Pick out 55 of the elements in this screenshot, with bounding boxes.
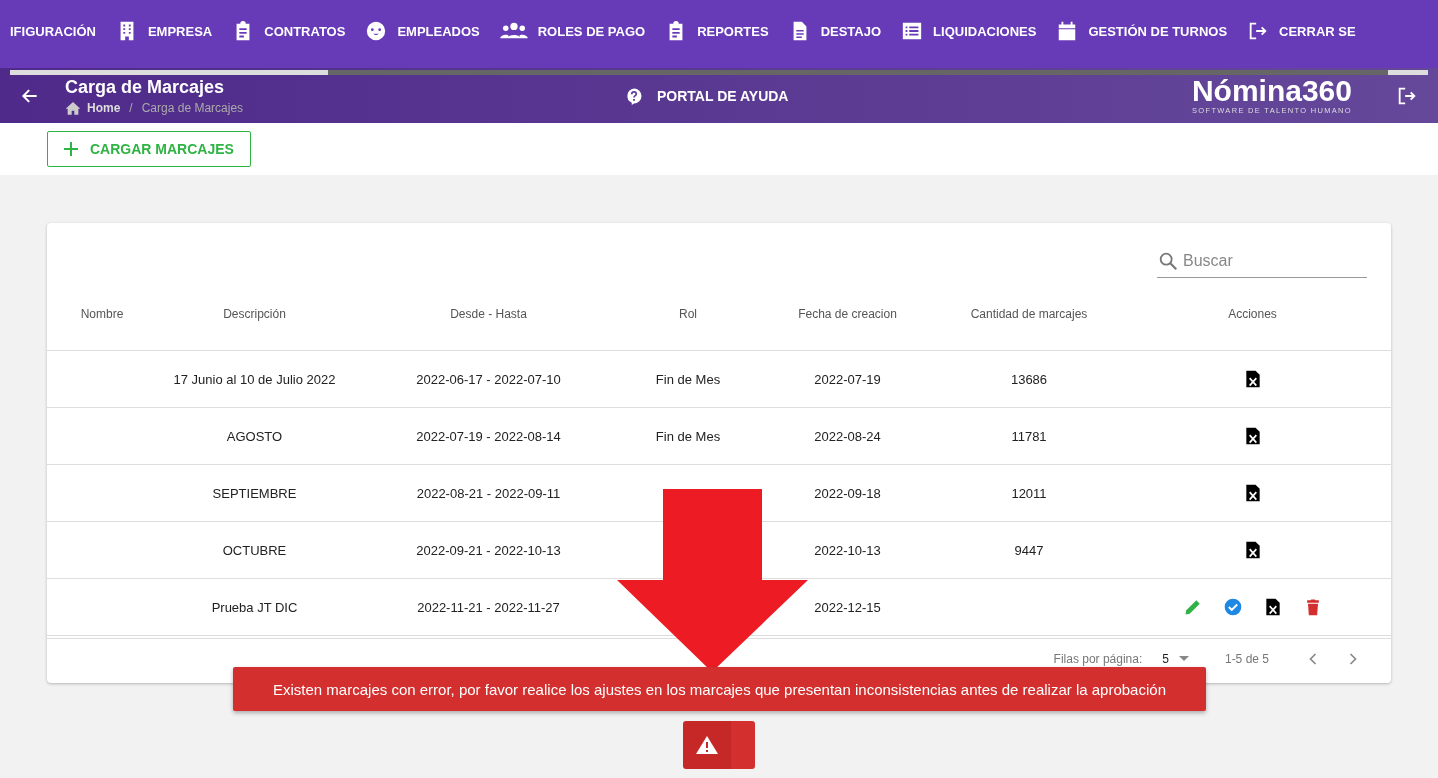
logo: Nómina360 bbox=[1191, 76, 1352, 106]
table-cell: OCTUBRE bbox=[157, 522, 352, 579]
face-icon bbox=[365, 20, 388, 42]
warning-toast[interactable] bbox=[683, 721, 755, 769]
column-header: Cantidad de marcajes bbox=[944, 277, 1114, 351]
breadcrumb-separator: / bbox=[129, 100, 133, 115]
help-portal-link[interactable]: PORTAL DE AYUDA bbox=[657, 87, 789, 104]
rows-per-page-label: Filas por página: bbox=[1053, 652, 1143, 666]
table-cell: 17 Junio al 10 de Julio 2022 bbox=[157, 351, 352, 408]
nav-tab[interactable]: LIQUIDACIONES bbox=[901, 20, 1037, 42]
breadcrumb-link[interactable]: Home bbox=[87, 100, 121, 115]
table-cell: 2022-07-19 bbox=[751, 351, 944, 408]
warning-icon bbox=[695, 735, 719, 755]
nav-tab[interactable]: EMPRESA bbox=[115, 20, 213, 42]
caret-icon bbox=[1178, 656, 1189, 662]
column-header: Fecha de creacion bbox=[751, 277, 944, 351]
table-cell: SEPTIEMBRE bbox=[157, 465, 352, 522]
search-icon bbox=[1157, 250, 1179, 272]
table-cell: 2022-06-17 - 2022-07-10 bbox=[352, 351, 625, 408]
list-icon bbox=[901, 20, 924, 42]
nav-tab[interactable]: IFIGURACIÓN bbox=[10, 23, 96, 39]
nav-tab[interactable]: REPORTES bbox=[665, 20, 769, 42]
nav-tab[interactable]: CONTRATOS bbox=[232, 20, 346, 42]
column-header: Nombre bbox=[47, 277, 157, 351]
table-cell: 12011 bbox=[944, 465, 1114, 522]
table-cell: 11781 bbox=[944, 408, 1114, 465]
breadcrumb-current: Carga de Marcajes bbox=[141, 100, 244, 115]
rows-per-page-select[interactable]: 5 bbox=[1162, 652, 1189, 666]
pagination-range: 1-5 de 5 bbox=[1224, 652, 1269, 666]
check-circle-icon[interactable] bbox=[1222, 597, 1243, 617]
column-header: Rol bbox=[625, 277, 751, 351]
help-icon[interactable] bbox=[625, 86, 643, 105]
table-cell: AGOSTO bbox=[157, 408, 352, 465]
table-cell: 9447 bbox=[944, 522, 1114, 579]
table-cell: 2022-08-24 bbox=[751, 408, 944, 465]
column-header: Descripción bbox=[157, 277, 352, 351]
column-header: Desde - Hasta bbox=[352, 277, 625, 351]
table-cell: Prueba JT DIC bbox=[157, 579, 352, 636]
nav-tab[interactable]: GESTIÓN DE TURNOS bbox=[1056, 20, 1228, 42]
table-cell: 13686 bbox=[944, 351, 1114, 408]
table-cell: 2022-09-21 - 2022-10-13 bbox=[352, 522, 625, 579]
plus-icon bbox=[64, 142, 78, 156]
table-cell: Fin de Mes bbox=[625, 408, 751, 465]
table-cell: 2022-07-19 - 2022-08-14 bbox=[352, 408, 625, 465]
nav-tab[interactable]: DESTAJO bbox=[788, 20, 882, 42]
nav-tab[interactable]: EMPLEADOS bbox=[365, 20, 480, 42]
table-cell: 2022-08-21 - 2022-09-11 bbox=[352, 465, 625, 522]
edit-icon[interactable] bbox=[1182, 597, 1203, 617]
error-message: Existen marcajes con error, por favor realice los ajustes en los marcajes que presentan inconsistencias antes de realizar la aprobación bbox=[233, 667, 1206, 711]
page-title: Carga de Marcajes bbox=[65, 76, 226, 98]
table-cell: Fin de Mes bbox=[625, 351, 751, 408]
home-icon bbox=[65, 100, 81, 115]
nav-tab[interactable]: CERRAR SE bbox=[1247, 20, 1356, 42]
column-header: Acciones bbox=[1114, 277, 1391, 351]
nav-tab[interactable]: ROLES DE PAGO bbox=[499, 20, 646, 42]
